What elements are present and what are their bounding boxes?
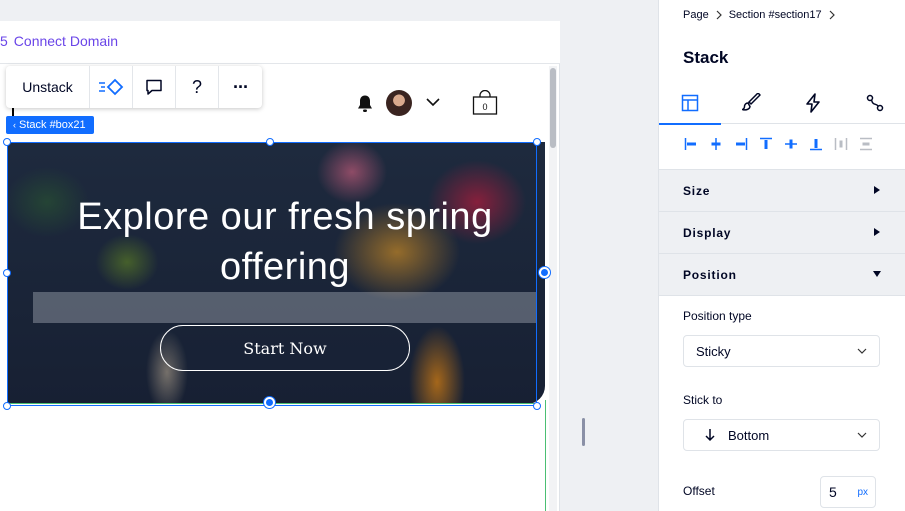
stack-layout-button[interactable] — [90, 66, 134, 108]
chevron-right-icon — [829, 10, 835, 20]
breadcrumb: Page Section #section17 — [683, 9, 836, 21]
resize-handle-right[interactable] — [539, 267, 550, 278]
resize-handle-top[interactable] — [266, 138, 274, 146]
stack-toolbar: Unstack ? ··· — [6, 66, 262, 108]
user-avatar[interactable] — [386, 90, 412, 116]
section-position[interactable]: Position — [659, 253, 905, 295]
distribute-horizontal-icon — [834, 138, 848, 150]
scrollbar-thumb[interactable] — [550, 68, 556, 148]
chevron-down-icon — [857, 432, 867, 438]
align-center-h-icon — [711, 138, 721, 150]
arrow-down-icon — [705, 429, 715, 442]
section-display-label: Display — [683, 225, 732, 240]
comment-button[interactable] — [133, 66, 177, 108]
resize-handle-bottom[interactable] — [264, 397, 275, 408]
align-left-button[interactable] — [683, 136, 699, 152]
guide-line-vertical — [545, 400, 546, 511]
offset-value: 5 — [829, 484, 837, 500]
chevron-down-icon[interactable] — [425, 96, 441, 108]
selection-label-text: Stack #box21 — [19, 119, 86, 131]
section-size-label: Size — [683, 183, 711, 198]
position-type-label: Position type — [683, 309, 752, 323]
panel-title: Stack — [683, 48, 729, 67]
connect-node-icon — [866, 94, 884, 112]
selection-frame — [7, 142, 537, 406]
connect-domain-link[interactable]: 5 Connect Domain — [0, 33, 118, 49]
offset-label: Offset — [683, 484, 715, 498]
tab-layout[interactable] — [659, 82, 721, 125]
panel-drag-handle[interactable] — [582, 418, 585, 446]
align-top-button[interactable] — [758, 136, 774, 152]
align-right-button[interactable] — [733, 136, 749, 152]
align-center-horizontal-button[interactable] — [708, 136, 724, 152]
stick-to-label: Stick to — [683, 393, 723, 407]
resize-handle-bottom-left[interactable] — [3, 402, 11, 410]
chevron-down-icon — [857, 348, 867, 354]
more-icon: ··· — [233, 76, 249, 97]
unstack-button[interactable]: Unstack — [6, 66, 91, 108]
stick-to-dropdown[interactable]: Bottom — [683, 419, 880, 451]
cart-count: 0 — [482, 102, 487, 112]
resize-handle-bottom-right[interactable] — [533, 402, 541, 410]
chevron-left-icon: ‹ — [13, 120, 16, 130]
position-type-value: Sticky — [696, 343, 731, 359]
align-right-icon — [736, 138, 748, 150]
caret-right-icon — [874, 228, 880, 236]
lightning-icon — [806, 93, 821, 113]
offset-input[interactable]: 5 px — [820, 476, 876, 508]
tab-design[interactable] — [721, 82, 783, 124]
resize-handle-left[interactable] — [3, 269, 11, 277]
distribute-horizontal-button[interactable] — [833, 136, 849, 152]
section-display[interactable]: Display — [659, 211, 905, 253]
brush-icon — [741, 93, 761, 111]
align-bottom-icon — [810, 139, 822, 151]
chevron-right-icon — [716, 10, 722, 20]
comment-icon — [146, 79, 162, 95]
connect-domain-prefix: 5 — [0, 33, 8, 49]
position-type-dropdown[interactable]: Sticky — [683, 335, 880, 367]
site-topbar: 5 Connect Domain — [0, 21, 560, 64]
distribute-vertical-icon — [860, 137, 872, 151]
stack-diamond-icon — [99, 78, 124, 96]
distribute-vertical-button[interactable] — [858, 136, 874, 152]
stick-to-value: Bottom — [728, 427, 770, 443]
offset-unit: px — [857, 487, 868, 498]
align-top-icon — [760, 137, 772, 149]
align-left-icon — [684, 138, 696, 150]
help-button[interactable]: ? — [176, 66, 220, 108]
editor-canvas: 5 Connect Domain 0 Explore our fresh spri… — [0, 0, 658, 511]
tab-connect[interactable] — [844, 82, 905, 124]
section-position-label: Position — [683, 267, 737, 282]
inspector-panel: Page Section #section17 Stack Size Displ… — [658, 0, 905, 511]
connect-domain-label: Connect Domain — [13, 33, 119, 49]
help-icon: ? — [192, 76, 203, 97]
caret-right-icon — [874, 186, 880, 194]
section-size[interactable]: Size — [659, 169, 905, 211]
layout-icon — [681, 94, 699, 112]
selection-label[interactable]: ‹ Stack #box21 — [6, 116, 94, 134]
breadcrumb-page[interactable]: Page — [683, 9, 709, 21]
caret-down-icon — [873, 271, 881, 277]
tab-interactions[interactable] — [783, 82, 845, 124]
bell-icon[interactable] — [356, 94, 374, 114]
more-actions-button[interactable]: ··· — [219, 66, 262, 108]
align-middle-button[interactable] — [783, 136, 799, 152]
align-middle-icon — [785, 139, 797, 149]
shopping-bag-icon[interactable]: 0 — [472, 90, 498, 116]
breadcrumb-section[interactable]: Section #section17 — [729, 9, 822, 21]
resize-handle-top-left[interactable] — [3, 138, 11, 146]
align-bottom-button[interactable] — [808, 136, 824, 152]
resize-handle-top-right[interactable] — [533, 138, 541, 146]
alignment-toolbar — [683, 136, 874, 152]
inspector-tabs — [659, 82, 905, 125]
